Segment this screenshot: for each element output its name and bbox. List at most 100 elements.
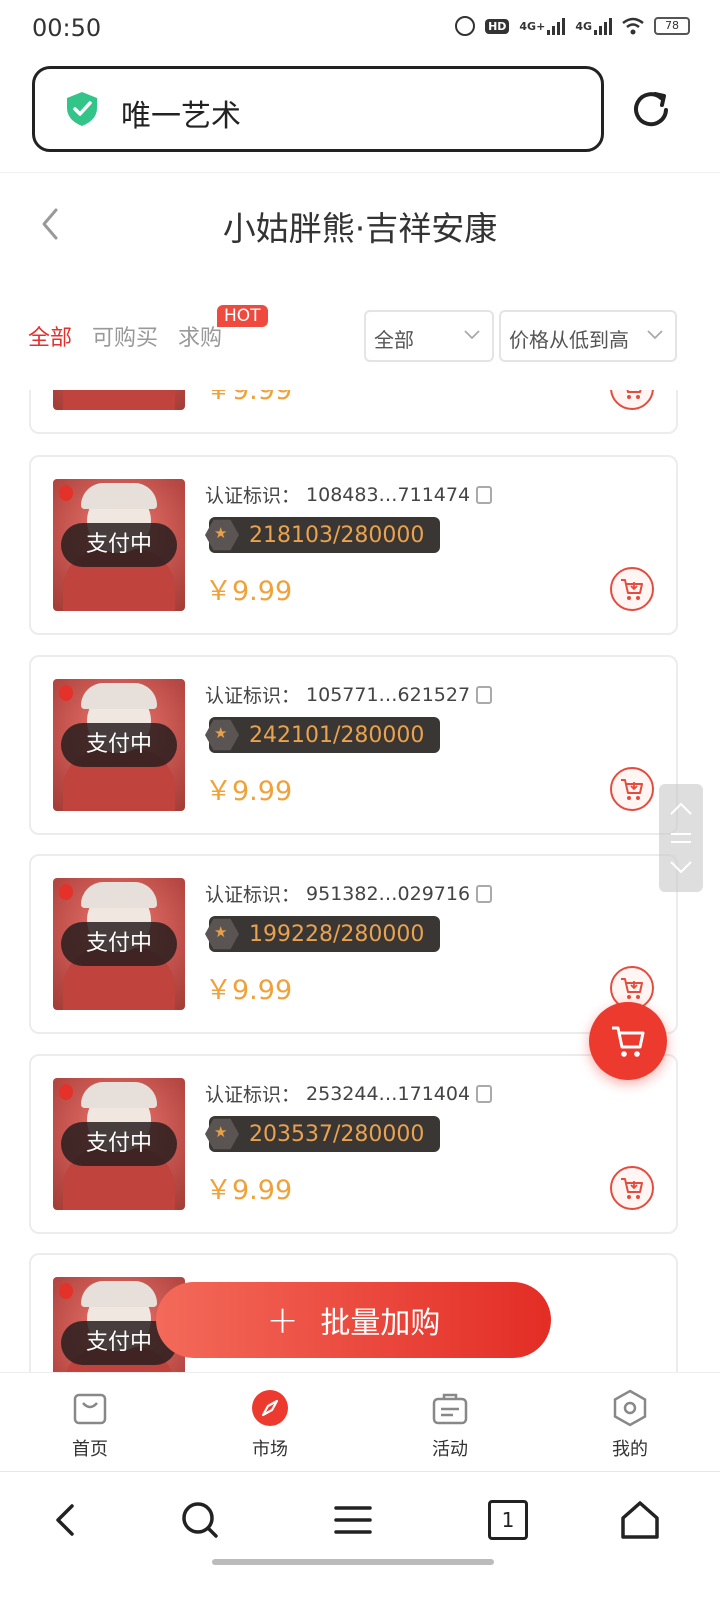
tab-mine[interactable]: 我的: [540, 1373, 720, 1470]
status-bar: 00:50 HD 4G+ 4G 78: [0, 0, 720, 56]
search-icon[interactable]: [180, 1500, 220, 1540]
tab-activity[interactable]: 活动: [360, 1373, 540, 1470]
address-site-name: 唯一艺术: [121, 99, 241, 134]
plus-icon: +: [266, 1298, 299, 1342]
cert-id: 认证标识： 108483…711474: [205, 481, 493, 508]
cert-id: 认证标识： 253244…171404: [205, 1080, 493, 1107]
cart-icon: [621, 978, 643, 999]
browser-back-icon[interactable]: [46, 1500, 86, 1540]
cert-value: 253244…171404: [306, 1082, 471, 1105]
star-hexagon-icon: [205, 1118, 239, 1150]
serial-number: 203537/280000: [249, 1121, 425, 1147]
home-icon[interactable]: [620, 1500, 660, 1540]
filter-tabs: 全部 可购买 求购: [28, 320, 222, 352]
browser-nav-bar: 1: [0, 1471, 720, 1600]
product-card[interactable]: 支付中 认证标识：108483…711474 218103/280000 ￥9.…: [29, 455, 678, 635]
product-card[interactable]: 支付中 认证标识：951382…029716 199228/280000 ￥9.…: [29, 854, 678, 1034]
copy-icon[interactable]: [476, 1084, 493, 1103]
type-select-value: 全部: [374, 328, 414, 352]
address-bar[interactable]: 唯一艺术: [32, 66, 604, 152]
product-thumbnail: 支付中: [53, 1078, 185, 1210]
price: ￥9.99: [205, 975, 293, 1006]
add-to-cart-button[interactable]: [610, 1166, 654, 1210]
hd-icon: HD: [485, 18, 510, 34]
copy-icon[interactable]: [476, 685, 493, 704]
signal-4g-icon: 4G: [575, 17, 612, 35]
payment-status-badge: 支付中: [61, 523, 177, 567]
star-hexagon-icon: [205, 918, 239, 950]
tab-all[interactable]: 全部: [28, 320, 72, 352]
cert-id: 认证标识： 951382…029716: [205, 880, 493, 907]
payment-status-badge: 支付中: [61, 723, 177, 767]
status-time: 00:50: [32, 14, 102, 42]
cert-label: 认证标识：: [205, 884, 301, 906]
divider: [0, 172, 720, 173]
star-hexagon-icon: [205, 719, 239, 751]
network-label-1: 4G+: [519, 19, 546, 33]
star-hexagon-icon: [205, 519, 239, 551]
floating-cart-button[interactable]: [589, 1002, 667, 1080]
add-to-cart-button[interactable]: [610, 767, 654, 811]
batch-add-button[interactable]: + 批量加购: [156, 1282, 551, 1358]
bag-icon: [73, 1393, 107, 1425]
hot-badge: HOT: [217, 305, 268, 327]
briefcase-icon: [432, 1393, 468, 1425]
wifi-icon: [622, 17, 644, 35]
hexagon-icon: [613, 1389, 647, 1427]
cert-id: 认证标识： 105771…621527: [205, 681, 493, 708]
add-to-cart-button[interactable]: [610, 390, 654, 410]
payment-status-badge: 支付中: [61, 1122, 177, 1166]
app-tab-bar: 首页 市场 活动 我的: [0, 1372, 720, 1470]
product-thumbnail: [53, 390, 185, 410]
status-icons: HD 4G+ 4G 78: [455, 16, 690, 36]
network-label-2: 4G: [575, 19, 592, 33]
tab-mine-label: 我的: [612, 1439, 648, 1460]
serial-number: 218103/280000: [249, 522, 425, 548]
tab-home-label: 首页: [72, 1439, 108, 1460]
product-card[interactable]: 支付中 认证标识：253244…171404 203537/280000 ￥9.…: [29, 1054, 678, 1234]
price: ￥9.99: [205, 776, 293, 807]
add-to-cart-button[interactable]: [610, 567, 654, 611]
serial-number: 199228/280000: [249, 921, 425, 947]
product-card[interactable]: 支付中 认证标识：105771…621527 242101/280000 ￥9.…: [29, 655, 678, 835]
cert-label: 认证标识：: [205, 1084, 301, 1106]
tab-market-label: 市场: [252, 1439, 288, 1460]
type-select[interactable]: 全部: [364, 310, 494, 362]
copy-icon[interactable]: [476, 884, 493, 903]
tab-buyable[interactable]: 可购买: [92, 320, 158, 352]
tab-activity-label: 活动: [432, 1439, 468, 1460]
batch-add-label: 批量加购: [320, 1306, 441, 1341]
cert-value: 108483…711474: [306, 483, 471, 506]
serial-number: 242101/280000: [249, 722, 425, 748]
tab-home[interactable]: 首页: [0, 1373, 180, 1470]
cert-label: 认证标识：: [205, 685, 301, 707]
scroll-up-icon[interactable]: [659, 784, 703, 892]
price: ￥9.99: [205, 390, 293, 406]
menu-icon[interactable]: [333, 1500, 373, 1540]
cert-value: 105771…621527: [306, 683, 471, 706]
serial-badge: 203537/280000: [205, 1116, 441, 1152]
cart-icon: [612, 1026, 645, 1057]
product-card[interactable]: ￥9.99: [29, 390, 678, 434]
tab-wanted[interactable]: 求购: [178, 320, 222, 352]
chevron-down-icon: [647, 330, 663, 340]
sort-select[interactable]: 价格从低到高: [499, 310, 677, 362]
cart-icon: [626, 390, 642, 399]
cart-icon: [621, 1178, 643, 1199]
battery-icon: 78: [654, 17, 690, 35]
reload-icon[interactable]: [628, 88, 674, 132]
tab-market[interactable]: 市场: [180, 1373, 360, 1470]
scroll-control[interactable]: [659, 784, 703, 892]
home-indicator[interactable]: [212, 1559, 494, 1565]
tabs-count-button[interactable]: 1: [488, 1500, 528, 1540]
serial-badge: 242101/280000: [205, 717, 441, 753]
cart-icon: [621, 779, 643, 800]
product-list[interactable]: ￥9.99 支付中 认证标识：108483…711474 218103/2800…: [0, 390, 720, 1372]
cart-icon: [621, 579, 643, 600]
serial-badge: 199228/280000: [205, 916, 441, 952]
product-thumbnail: 支付中: [53, 679, 185, 811]
cert-value: 951382…029716: [306, 882, 471, 905]
cert-label: 认证标识：: [205, 485, 301, 507]
product-thumbnail: 支付中: [53, 479, 185, 611]
copy-icon[interactable]: [476, 485, 493, 504]
